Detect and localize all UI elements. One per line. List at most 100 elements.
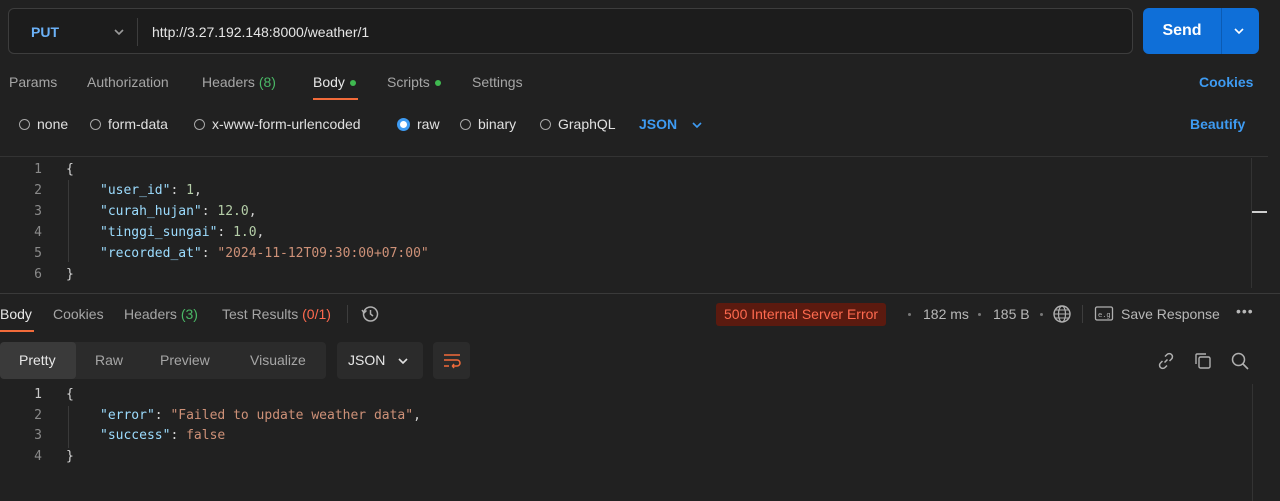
status-badge[interactable]: 500 Internal Server Error [716,303,887,326]
tab-params[interactable]: Params [9,74,57,90]
tab-authorization[interactable]: Authorization [87,74,169,90]
radio-none[interactable]: none [19,116,68,132]
response-size[interactable]: 185 B [993,306,1030,322]
code-line: "error": "Failed to update weather data"… [100,408,421,423]
divider [0,156,1268,157]
divider [137,18,138,46]
separator-dot [978,313,981,316]
json-value: "2024-11-12T09:30:00+07:00" [217,246,429,261]
response-tab-body[interactable]: Body [0,306,32,322]
radio-urlencoded[interactable]: x-www-form-urlencoded [194,116,361,132]
radio-raw[interactable]: raw [397,116,440,132]
body-format-select[interactable]: JSON [639,116,677,132]
divider [1082,305,1083,323]
tab-headers-label: Headers [202,74,255,90]
line-number: 3 [34,428,42,443]
line-number: 2 [34,408,42,423]
code-brace-close: } [66,449,74,464]
response-tab-cookies[interactable]: Cookies [53,306,104,322]
save-response-icon[interactable]: e.g [1094,305,1114,323]
json-key: "recorded_at" [100,246,202,261]
radio-circle[interactable] [19,118,30,130]
json-key: "curah_hujan" [100,204,202,219]
code-line: "recorded_at": "2024-11-12T09:30:00+07:0… [100,246,429,261]
view-raw[interactable]: Raw [95,342,123,379]
copy-icon[interactable] [1193,351,1213,371]
chevron-down-icon[interactable] [1231,23,1247,39]
method-select[interactable]: PUT [31,9,59,55]
json-key: "success" [100,428,171,443]
tab-body-label: Body [313,74,345,90]
tab-settings[interactable]: Settings [472,74,523,90]
code-brace-open: { [66,387,74,402]
save-response-button[interactable]: Save Response [1121,306,1220,322]
radio-form-data[interactable]: form-data [90,116,168,132]
chevron-down-icon[interactable] [112,25,126,39]
tab-scripts[interactable]: Scripts [387,74,441,90]
response-scrollbar-track [1252,384,1253,501]
tab-label: Headers [124,306,177,322]
tab-headers[interactable]: Headers (8) [202,74,276,90]
request-body-editor[interactable]: 1 2 3 4 5 6 { "user_id": 1, "curah_hujan… [0,158,1250,288]
indent-guide [68,406,69,448]
line-number: 6 [34,267,42,282]
history-icon[interactable] [360,304,380,324]
beautify-button[interactable]: Beautify [1190,116,1245,132]
response-tab-headers[interactable]: Headers (3) [124,306,198,322]
view-pretty[interactable]: Pretty [19,342,56,379]
chevron-down-icon[interactable] [690,118,704,132]
tab-label: Test Results [222,306,299,322]
response-time[interactable]: 182 ms [923,306,969,322]
view-preview[interactable]: Preview [160,342,210,379]
radio-label: form-data [108,116,168,132]
json-value: false [186,428,226,443]
send-button[interactable]: Send [1143,8,1221,54]
radio-circle[interactable] [90,118,101,130]
json-value: 1.0 [233,225,257,240]
headers-count: (3) [180,306,198,322]
indent-guide [68,180,69,262]
response-body-viewer[interactable]: 1 2 3 4 { "error": "Failed to update wea… [0,384,1250,501]
radio-circle[interactable] [540,118,551,130]
view-visualize[interactable]: Visualize [250,342,306,379]
editor-scrollbar-thumb[interactable] [1252,211,1267,213]
code-brace-close: } [66,267,74,282]
editor-scrollbar-track [1251,158,1252,288]
radio-label: x-www-form-urlencoded [212,116,361,132]
separator-dot [1040,313,1043,316]
line-number: 2 [34,183,42,198]
search-icon[interactable] [1230,351,1250,371]
globe-icon[interactable] [1052,304,1072,324]
indicator-dot [434,80,441,87]
more-options-icon[interactable]: ••• [1236,303,1254,319]
separator-dot [908,313,911,316]
radio-circle[interactable] [194,118,205,130]
wrap-lines-button[interactable] [433,342,470,379]
link-icon[interactable] [1156,351,1176,371]
code-brace-open: { [66,162,74,177]
divider [1221,8,1222,54]
response-tab-test-results[interactable]: Test Results (0/1) [222,306,331,322]
radio-binary[interactable]: binary [460,116,516,132]
cookies-link[interactable]: Cookies [1199,74,1253,90]
headers-count: (8) [258,74,276,90]
line-number: 1 [34,162,42,177]
format-label: JSON [348,352,386,368]
url-input[interactable]: http://3.27.192.148:8000/weather/1 [152,9,369,55]
tab-scripts-label: Scripts [387,74,430,90]
radio-circle-selected[interactable] [397,117,410,131]
code-line: "user_id": 1, [100,183,202,198]
radio-graphql[interactable]: GraphQL [540,116,616,132]
chevron-down-icon [398,358,408,365]
radio-label: none [37,116,69,132]
line-number: 4 [34,225,42,240]
json-key: "user_id" [100,183,171,198]
view-mode-segmented: Pretty Raw Preview Visualize [0,342,326,379]
divider [347,305,348,323]
response-format-select[interactable]: JSON [337,342,423,379]
pane-splitter[interactable] [0,293,1280,294]
radio-circle[interactable] [460,118,471,130]
active-tab-underline [313,98,358,100]
tab-body[interactable]: Body [313,74,356,90]
wrap-lines-icon [444,354,461,369]
